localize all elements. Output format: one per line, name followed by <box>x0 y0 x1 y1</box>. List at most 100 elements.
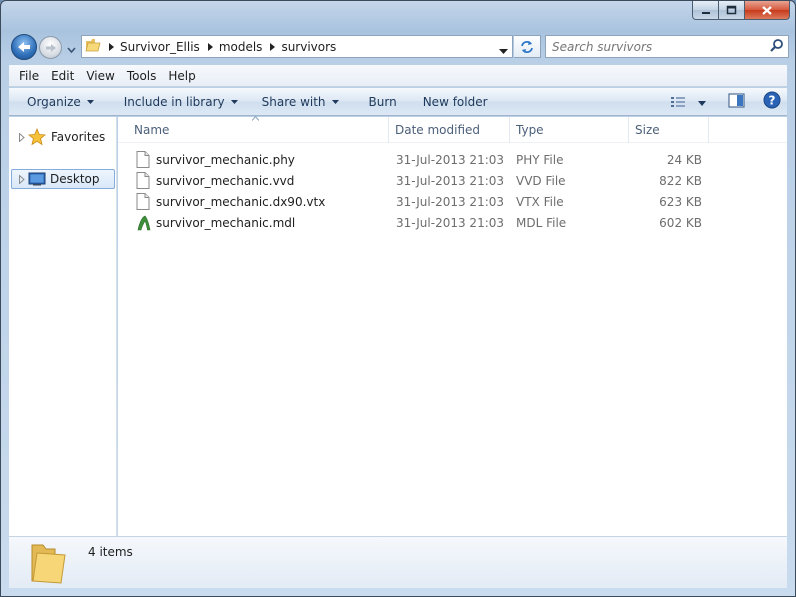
window-edge <box>787 181 795 541</box>
file-size: 822 KB <box>659 173 702 188</box>
preview-pane-icon <box>728 92 745 108</box>
file-type: PHY File <box>516 152 564 167</box>
chevron-down-icon <box>86 99 94 104</box>
chevron-down-icon <box>67 47 76 54</box>
file-name: survivor_mechanic.vvd <box>156 173 295 188</box>
file-size: 623 KB <box>659 194 702 209</box>
refresh-icon <box>521 40 533 53</box>
maximize-button[interactable] <box>719 1 745 20</box>
crumb-survivor-ellis[interactable]: Survivor_Ellis <box>120 40 200 54</box>
view-controls: ? <box>670 91 781 112</box>
file-date: 31-Jul-2013 21:03 <box>396 215 505 230</box>
search-input[interactable] <box>546 36 770 57</box>
file-name: survivor_mechanic.dx90.vtx <box>156 194 326 209</box>
file-row[interactable]: survivor_mechanic.dx90.vtx 31-Jul-2013 21… <box>118 191 787 212</box>
arrow-right-icon <box>45 43 56 52</box>
nav-favorites-label: Favorites <box>51 130 106 144</box>
file-type: VVD File <box>516 173 566 188</box>
item-count: 4 items <box>88 545 133 559</box>
menu-tools[interactable]: Tools <box>121 69 163 83</box>
forward-button[interactable] <box>39 36 62 59</box>
nav-item-desktop[interactable]: Desktop <box>11 169 115 189</box>
address-row: Survivor_Ellis models survivors <box>9 34 789 60</box>
minimize-button[interactable] <box>692 1 719 20</box>
nav-desktop-label: Desktop <box>50 172 100 186</box>
file-name: survivor_mechanic.mdl <box>156 215 296 230</box>
menu-file[interactable]: File <box>13 69 45 83</box>
include-in-library-label: Include in library <box>123 94 225 109</box>
file-size: 602 KB <box>659 215 702 230</box>
column-type[interactable]: Type <box>510 117 629 143</box>
explorer-window: Survivor_Ellis models survivors Search s… <box>0 0 796 597</box>
caption-buttons <box>692 1 790 21</box>
burn-button[interactable]: Burn <box>361 95 405 109</box>
file-type: MDL File <box>516 215 567 230</box>
close-button[interactable] <box>745 1 790 20</box>
file-date: 31-Jul-2013 21:03 <box>396 152 505 167</box>
column-date-modified[interactable]: Date modified <box>389 117 510 143</box>
star-icon <box>28 128 46 146</box>
file-row[interactable]: survivor_mechanic.phy 31-Jul-2013 21:03 PH… <box>118 149 787 170</box>
file-type: VTX File <box>516 194 564 209</box>
preview-pane-button[interactable] <box>728 92 745 111</box>
search-icon[interactable] <box>770 38 784 55</box>
folder-icon <box>31 544 66 584</box>
model-icon <box>136 212 152 233</box>
organize-label: Organize <box>27 94 81 109</box>
document-icon <box>136 191 150 212</box>
file-date: 31-Jul-2013 21:03 <box>396 173 505 188</box>
crumb-models[interactable]: models <box>219 40 263 54</box>
folder-icon <box>85 37 101 56</box>
crumb-arrow-icon[interactable] <box>207 40 213 54</box>
chevron-down-icon <box>499 49 508 54</box>
address-dropdown-button[interactable] <box>499 44 508 58</box>
document-icon <box>136 170 150 191</box>
refresh-button[interactable] <box>514 35 541 58</box>
svg-text:?: ? <box>769 94 776 108</box>
change-view-button[interactable] <box>670 95 686 109</box>
back-button[interactable] <box>11 34 37 60</box>
expand-arrow-icon[interactable] <box>19 132 25 142</box>
crumb-arrow-icon[interactable] <box>109 40 114 54</box>
menu-help[interactable]: Help <box>162 69 201 83</box>
menu-bar: File Edit View Tools Help <box>9 65 787 87</box>
chevron-down-icon <box>230 99 238 104</box>
file-date: 31-Jul-2013 21:03 <box>396 194 505 209</box>
details-view-icon <box>671 96 685 107</box>
help-button[interactable]: ? <box>763 91 781 112</box>
details-pane: 4 items <box>9 536 787 588</box>
more-options-button[interactable] <box>698 95 706 109</box>
nav-item-favorites[interactable]: Favorites <box>19 127 115 147</box>
command-bar: Organize Include in library Share with B… <box>9 88 787 116</box>
document-icon <box>136 149 150 170</box>
help-icon: ? <box>763 91 781 109</box>
file-list-pane: Name Date modified Type Size survivor_me… <box>118 116 787 536</box>
crumb-arrow-icon[interactable] <box>270 40 276 54</box>
column-header: Name Date modified Type Size <box>118 116 787 143</box>
new-folder-button[interactable]: New folder <box>415 95 496 109</box>
maximize-icon <box>726 5 737 15</box>
share-with-button[interactable]: Share with <box>254 95 347 109</box>
address-bar[interactable]: Survivor_Ellis models survivors <box>81 35 513 58</box>
include-in-library-button[interactable]: Include in library <box>116 95 246 109</box>
file-name: survivor_mechanic.phy <box>156 152 295 167</box>
search-box <box>545 35 789 58</box>
close-icon <box>762 5 772 15</box>
share-with-label: Share with <box>261 94 326 109</box>
desktop-icon <box>28 172 46 186</box>
chevron-down-icon <box>331 99 339 104</box>
chevron-down-icon <box>698 100 706 106</box>
menu-view[interactable]: View <box>80 69 120 83</box>
menu-edit[interactable]: Edit <box>45 69 80 83</box>
column-name[interactable]: Name <box>128 117 389 143</box>
file-row[interactable]: survivor_mechanic.vvd 31-Jul-2013 21:03 VV… <box>118 170 787 191</box>
expand-arrow-icon[interactable] <box>19 174 25 184</box>
arrow-left-icon <box>18 42 30 52</box>
crumb-survivors[interactable]: survivors <box>281 40 336 54</box>
file-size: 24 KB <box>666 152 702 167</box>
navigation-pane: Favorites Desktop <box>9 117 117 536</box>
organize-button[interactable]: Organize <box>19 95 102 109</box>
recent-pages-button[interactable] <box>67 43 76 57</box>
column-size[interactable]: Size <box>629 117 709 143</box>
file-row[interactable]: survivor_mechanic.mdl 31-Jul-2013 21:03 MD… <box>118 212 787 233</box>
